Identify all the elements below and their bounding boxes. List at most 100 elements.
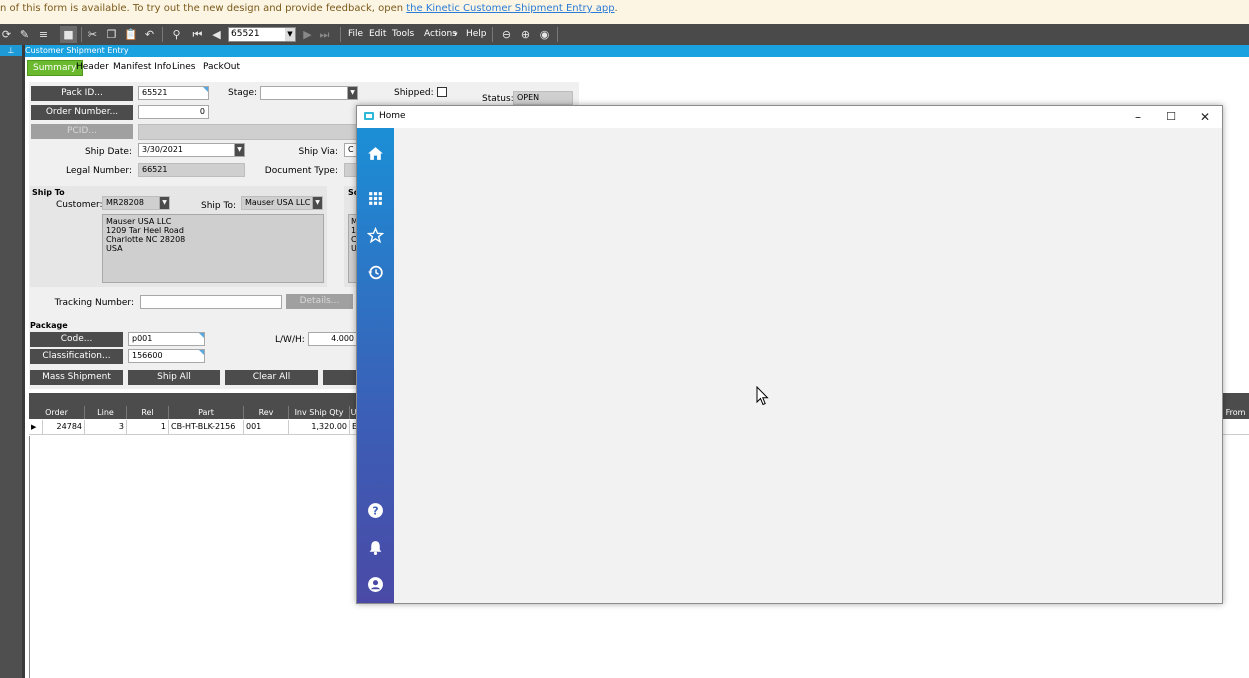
package-section-title: Package	[30, 321, 68, 330]
new-icon[interactable]: ≡	[37, 28, 50, 41]
address-line: M	[351, 217, 358, 226]
home-nav-rail: ?	[357, 128, 394, 603]
last-record-icon[interactable]: ⏭	[318, 28, 331, 41]
home-icon[interactable]	[367, 145, 384, 162]
customer-combo[interactable]: MR28208 ▼	[102, 196, 170, 210]
chevron-down-icon[interactable]: ▼	[159, 197, 169, 209]
user-icon[interactable]	[367, 576, 384, 593]
cell-order[interactable]: 24784	[43, 420, 85, 435]
menu-file[interactable]: File	[348, 29, 363, 39]
left-dock-rail	[0, 45, 22, 678]
minimize-icon[interactable]: –	[1130, 109, 1146, 125]
cell-rel[interactable]: 1	[127, 420, 169, 435]
next-record-icon[interactable]: ▶	[301, 28, 314, 41]
app-icon	[364, 112, 374, 120]
undo-icon[interactable]: ↶	[143, 28, 156, 41]
cell-inv-ship-qty[interactable]: 1,320.00	[289, 420, 350, 435]
address-line: Charlotte NC 28208	[106, 235, 186, 244]
clear-all-button[interactable]: Clear All	[225, 370, 318, 385]
chevron-down-icon[interactable]: ▼	[347, 87, 357, 99]
menu-edit[interactable]: Edit	[369, 29, 386, 39]
order-number-input[interactable]: 0	[138, 105, 209, 119]
svg-text:?: ?	[372, 505, 378, 518]
bell-icon[interactable]	[367, 539, 384, 556]
first-record-icon[interactable]: ⏮	[191, 28, 204, 41]
kinetic-app-link[interactable]: the Kinetic Customer Shipment Entry app	[406, 3, 614, 14]
column-order[interactable]: Order	[29, 406, 85, 419]
main-toolbar: ⟳ ✎ ≡ ■ ✂ ❐ 📋 ↶ ⚲ ⏮ ◀ 65521 ▼ ▶ ⏭ File E…	[0, 24, 1249, 45]
column-rev[interactable]: Rev	[244, 406, 289, 419]
column-inv-ship-qty[interactable]: Inv Ship Qty	[289, 406, 350, 419]
tab-header[interactable]: Header	[76, 62, 109, 72]
paste-icon[interactable]: 📋	[124, 28, 138, 41]
help-icon[interactable]: ?	[367, 502, 384, 519]
menu-tools[interactable]: Tools	[392, 29, 414, 39]
column-rel[interactable]: Rel	[127, 406, 169, 419]
history-icon[interactable]	[367, 264, 384, 281]
column-part[interactable]: Part	[169, 406, 244, 419]
chevron-down-icon[interactable]: ▼	[285, 28, 295, 41]
tab-summary[interactable]: Summary	[27, 60, 83, 76]
cell-part[interactable]: CB-HT-BLK-2156	[169, 420, 244, 435]
customer-label: Customer:	[56, 200, 103, 210]
code-button[interactable]: Code...	[30, 332, 123, 347]
order-number-button[interactable]: Order Number...	[31, 105, 133, 120]
address-line: USA	[106, 244, 123, 253]
length-input[interactable]: 4.000	[308, 332, 358, 346]
cell-line[interactable]: 3	[85, 420, 127, 435]
toolbar-separator	[340, 27, 341, 42]
classification-input[interactable]: 156600	[128, 349, 205, 363]
forward-circle-icon[interactable]: ⊕	[519, 28, 532, 41]
cut-icon[interactable]: ✂	[86, 28, 99, 41]
pack-id-input[interactable]: 65521	[138, 86, 209, 100]
pack-id-button[interactable]: Pack ID...	[31, 86, 133, 101]
close-icon[interactable]: ✕	[1197, 109, 1213, 125]
pcid-button[interactable]: PCID...	[31, 124, 133, 139]
address-line: U	[351, 244, 357, 253]
copy-icon[interactable]: ❐	[105, 28, 118, 41]
calendar-dropdown-icon[interactable]: ▼	[234, 144, 244, 156]
star-icon[interactable]	[367, 227, 384, 244]
menu-help[interactable]: Help	[466, 29, 487, 39]
column-from[interactable]: From	[1222, 406, 1249, 419]
home-circle-icon[interactable]: ◉	[538, 28, 551, 41]
partial-action-button[interactable]	[323, 370, 358, 385]
ship-all-button[interactable]: Ship All	[128, 370, 220, 385]
pcid-input[interactable]	[138, 124, 358, 140]
tab-manifest-info[interactable]: Manifest Info	[113, 62, 171, 72]
ship-to-section-title: Ship To	[32, 188, 65, 197]
form-tabs: Summary Header Manifest Info Lines PackO…	[25, 57, 1249, 78]
toolbar-separator	[492, 27, 493, 42]
search-binoculars-icon[interactable]: ⚲	[170, 28, 183, 41]
stage-combo[interactable]: ▼	[260, 86, 358, 100]
shipped-checkbox[interactable]	[437, 87, 447, 97]
grid-left-border	[29, 436, 30, 678]
tab-lines[interactable]: Lines	[172, 62, 195, 72]
legal-number-field: 66521	[138, 163, 245, 177]
classification-button[interactable]: Classification...	[30, 349, 123, 364]
column-line[interactable]: Line	[85, 406, 127, 419]
tab-packout[interactable]: PackOut	[203, 62, 240, 72]
clear-brush-icon[interactable]: ✎	[18, 28, 31, 41]
chevron-down-icon[interactable]: ▼	[312, 197, 322, 209]
save-icon[interactable]: ■	[60, 26, 77, 43]
cell-rev[interactable]: 001	[244, 420, 289, 435]
apps-grid-icon[interactable]	[367, 190, 384, 207]
details-button[interactable]: Details...	[286, 294, 353, 309]
ship-to-combo[interactable]: Mauser USA LLC ▼	[241, 196, 323, 210]
previous-record-icon[interactable]: ◀	[210, 28, 223, 41]
ship-date-input[interactable]: 3/30/2021 ▼	[138, 143, 245, 157]
record-navigator-input[interactable]: 65521 ▼	[228, 27, 296, 42]
home-title-bar: Home – ☐ ✕	[357, 106, 1222, 128]
mass-shipment-button[interactable]: Mass Shipment	[30, 370, 123, 385]
row-selector-icon[interactable]: ▶	[29, 420, 43, 435]
maximize-icon[interactable]: ☐	[1163, 109, 1179, 125]
address-line: 1	[351, 226, 357, 235]
refresh-icon[interactable]: ⟳	[0, 28, 13, 41]
tracking-number-input[interactable]	[140, 295, 282, 309]
new-design-notice: n of this form is available. To try out …	[0, 0, 1249, 24]
code-input[interactable]: p001	[128, 332, 205, 346]
menu-actions[interactable]: Actions	[424, 29, 457, 39]
back-circle-icon[interactable]: ⊖	[500, 28, 513, 41]
pin-icon[interactable]: ⊥	[0, 45, 22, 56]
